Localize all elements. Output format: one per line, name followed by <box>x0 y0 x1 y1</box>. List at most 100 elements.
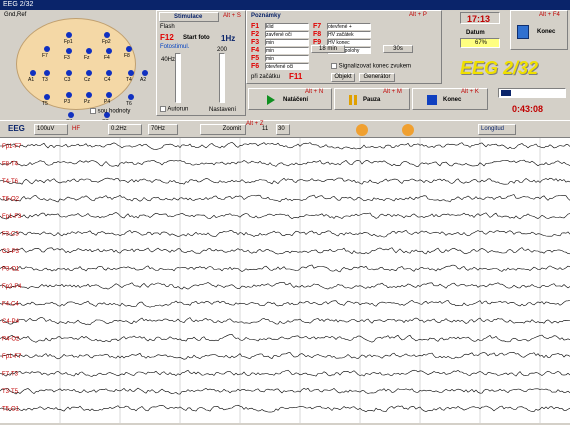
channel-label: Fp1-F3 <box>2 214 22 220</box>
pause-button[interactable]: Alt + M Pauza <box>334 88 410 110</box>
electrode-label: F4 <box>104 55 110 61</box>
exit-shortcut: Alt + F4 <box>539 12 560 18</box>
channel-label: Fp2-F4 <box>2 284 22 290</box>
gain-select[interactable]: 100uV <box>34 124 68 135</box>
electrode-label: C4 <box>104 77 111 83</box>
note-text-f4[interactable]: min <box>265 47 309 54</box>
channel-label: Fp1-F7 <box>2 144 22 150</box>
zoom-button[interactable]: Zoomit <box>200 124 246 135</box>
channel-label: F8-T4 <box>2 162 19 168</box>
channel-label: F4-C4 <box>2 302 19 308</box>
electrode-o1[interactable] <box>68 112 74 118</box>
electrode-label: T6 <box>126 101 132 107</box>
electrode-c4[interactable] <box>106 70 112 76</box>
eeg-toolbar: EEG 100uV HF 0.2Hz 70Hz Zoomit Alt + Z 1… <box>0 120 570 138</box>
electrode-f7[interactable] <box>44 46 50 52</box>
objekt-button[interactable]: Objekt <box>331 73 355 82</box>
freq-slider[interactable] <box>175 53 181 103</box>
lf-label: HF <box>72 126 80 132</box>
intensity-slider[interactable] <box>219 53 225 103</box>
electrode-fp1[interactable] <box>66 32 72 38</box>
eeg-banner: EEG 2/32 <box>460 58 539 78</box>
stop-button[interactable]: Alt + K Konec <box>412 88 488 110</box>
electrode-pz[interactable] <box>86 92 92 98</box>
time-select[interactable]: 18 min <box>311 45 345 53</box>
note-key-f3[interactable]: F3 <box>251 39 259 46</box>
channel-label: Fp1-F7 <box>2 354 22 360</box>
note-key-f6[interactable]: F6 <box>251 63 259 70</box>
note-key-f7[interactable]: F7 <box>313 23 321 30</box>
pause-shortcut: Alt + M <box>383 89 402 95</box>
electrode-p3[interactable] <box>66 92 72 98</box>
note-text-f8[interactable]: HV začátek <box>327 31 371 38</box>
stimulace-shortcut: Alt + S <box>223 13 241 19</box>
trace-f4-c4 <box>0 299 570 308</box>
note-text-f2[interactable]: zavřené oči <box>265 31 309 38</box>
trace-c3-p3 <box>0 247 570 255</box>
electrode-c3[interactable] <box>66 70 72 76</box>
stop-label: Konec <box>443 97 462 103</box>
clock-display: 17:13 <box>460 12 500 24</box>
electrode-a1[interactable] <box>30 70 36 76</box>
signal-checkbox[interactable]: Signalizovat konec zvukem <box>331 63 411 70</box>
control-panel: Gnd,Ref Fp1 Fp2 F7 F3 Fz F4 F8 A1 T3 C3 Cz C4 T4 A2 T5… <box>0 10 570 125</box>
start-button[interactable]: Alt + N Natáčení <box>248 88 332 110</box>
exit-button[interactable]: Alt + F4 Konec <box>510 10 568 50</box>
trace-f3-c3 <box>0 229 570 238</box>
eeg-traces[interactable]: Fp1-F7 F8-T4 T4-T6 T6-O2 Fp1-F3 F3-C3 C3-P3 P3-… <box>0 138 570 423</box>
page-b[interactable]: 30 <box>276 124 290 135</box>
electrode-fp2[interactable] <box>104 32 110 38</box>
trace-fp1-f7 <box>0 352 570 360</box>
page-a[interactable]: 11 <box>262 126 268 132</box>
electrode-f8[interactable] <box>126 46 132 52</box>
electrode-label: F3 <box>64 55 70 61</box>
electrode-t3[interactable] <box>44 70 50 76</box>
nastaveni-button[interactable]: Nastavení <box>209 107 236 113</box>
start-foto-button[interactable]: Start foto <box>183 35 210 41</box>
electrode-label: A2 <box>140 77 147 83</box>
note-text-f1[interactable]: klid <box>265 23 309 30</box>
start-label: Natáčení <box>283 97 309 103</box>
f12-key: F12 <box>160 33 174 42</box>
record-progress <box>498 88 566 98</box>
montage-select[interactable]: Longitud <box>478 124 516 135</box>
electrode-t4[interactable] <box>128 70 134 76</box>
seconds-select[interactable]: 30s <box>383 45 413 53</box>
window-title: EEG 2/32 <box>0 0 570 10</box>
electrode-f3[interactable] <box>66 48 72 54</box>
clock-time: 17:13 <box>467 14 491 24</box>
pause-label: Pauza <box>363 97 381 103</box>
generator-button[interactable]: Generátor <box>359 73 395 82</box>
head-checkbox[interactable]: sou hodnoty <box>90 108 130 115</box>
marker-b-icon[interactable] <box>402 124 414 136</box>
lp-select[interactable]: 70Hz <box>148 124 178 135</box>
note-text-f3[interactable]: min <box>265 39 309 46</box>
note-key-f4[interactable]: F4 <box>251 47 259 54</box>
trace-t5-o1 <box>0 404 570 413</box>
signal-label: Signalizovat konec zvukem <box>338 63 412 70</box>
electrode-t5[interactable] <box>44 94 50 100</box>
stimulace-button[interactable]: Stimulace <box>159 12 219 22</box>
note-text-f5[interactable]: min <box>265 55 309 62</box>
note-key-f8[interactable]: F8 <box>313 31 321 38</box>
electrode-a2[interactable] <box>142 70 148 76</box>
note-text-f7[interactable]: otevřené + <box>327 23 371 30</box>
note-key-f1[interactable]: F1 <box>251 23 259 30</box>
electrode-p4[interactable] <box>106 92 112 98</box>
channel-label: C4-P4 <box>2 319 20 325</box>
note-text-f6[interactable]: otevřené oči <box>265 63 309 70</box>
notes-button[interactable]: Poznámky <box>251 12 281 19</box>
electrode-fz[interactable] <box>86 48 92 54</box>
trace-fp1-f3 <box>0 212 570 220</box>
electrode-f4[interactable] <box>106 48 112 54</box>
electrode-label: P4 <box>104 99 111 105</box>
electrode-cz[interactable] <box>86 70 92 76</box>
note-key-f5[interactable]: F5 <box>251 55 259 62</box>
electrode-label: Fp2 <box>102 39 111 45</box>
autorun-checkbox[interactable]: Autorun <box>160 106 188 113</box>
hp-select[interactable]: 0.2Hz <box>108 124 142 135</box>
note-key-f2[interactable]: F2 <box>251 31 259 38</box>
electrode-t6[interactable] <box>128 94 134 100</box>
electrode-label: Cz <box>84 77 91 83</box>
marker-a-icon[interactable] <box>356 124 368 136</box>
